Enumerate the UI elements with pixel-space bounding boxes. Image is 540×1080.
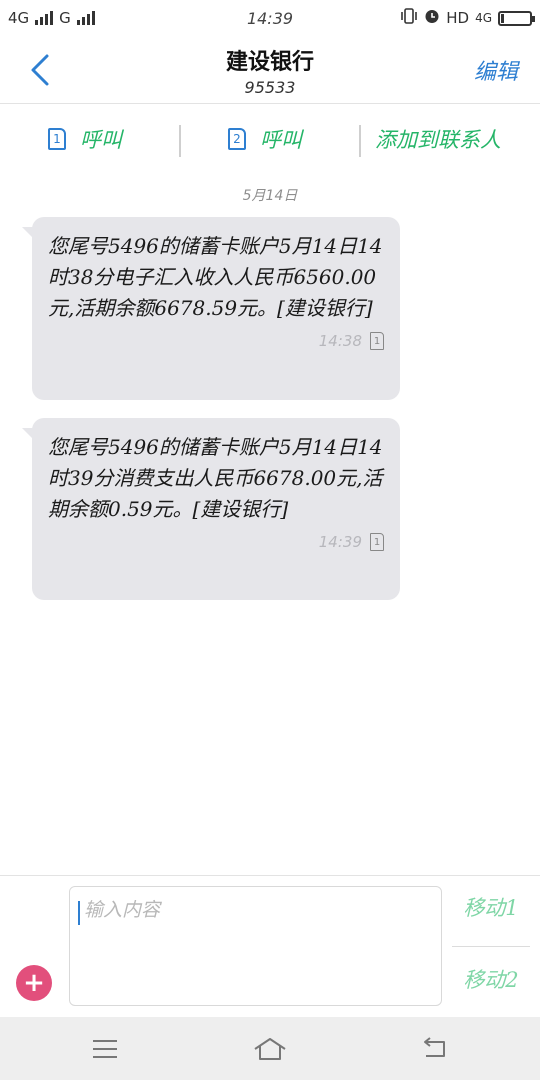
send-sim2-button[interactable]: 移动2 — [452, 964, 530, 994]
menu-button[interactable] — [80, 1029, 130, 1069]
sim-card-icon: 1 — [370, 533, 384, 551]
message-time: 14:38 — [318, 332, 362, 350]
message-meta: 14:38 1 — [48, 332, 384, 350]
add-attachment-button[interactable]: + — [16, 965, 52, 1001]
network-type-2: G — [59, 9, 71, 27]
network-type-1: 4G — [8, 9, 30, 27]
call-sim2-label: 呼叫 — [260, 128, 302, 152]
call-sim1-button[interactable]: 1 呼叫 — [48, 105, 122, 173]
add-contact-button[interactable]: 添加到联系人 — [375, 105, 501, 173]
message-input[interactable]: 输入内容 — [69, 886, 442, 1006]
sim-card-icon: 1 — [370, 332, 384, 350]
status-right: HD 4G — [400, 8, 535, 28]
text-caret — [78, 901, 80, 925]
home-icon — [254, 1038, 286, 1060]
back-nav-button[interactable] — [410, 1029, 460, 1069]
battery-icon — [498, 10, 535, 26]
action-bar: 1 呼叫 2 呼叫 添加到联系人 — [0, 105, 540, 173]
contact-number: 95533 — [244, 78, 296, 97]
sim1-icon: 1 — [48, 128, 66, 150]
divider — [359, 125, 361, 157]
call-sim2-button[interactable]: 2 呼叫 — [228, 105, 302, 173]
status-bar: 4G G 14:39 HD 4G — [0, 0, 540, 36]
hd-label: HD — [446, 9, 470, 27]
message-text: 您尾号5496的储蓄卡账户5月14日14时39分消费支出人民币6678.00元,… — [48, 435, 383, 521]
menu-icon — [93, 1040, 117, 1058]
title-block: 建设银行 95533 — [0, 44, 540, 97]
message-text: 您尾号5496的储蓄卡账户5月14日14时38分电子汇入收入人民币6560.00… — [48, 234, 383, 320]
plus-icon: + — [23, 968, 45, 998]
vibrate-icon — [400, 8, 418, 28]
message-meta: 14:39 1 — [48, 533, 384, 551]
alarm-icon — [424, 8, 440, 28]
message-bubble[interactable]: 您尾号5496的储蓄卡账户5月14日14时39分消费支出人民币6678.00元,… — [22, 418, 400, 600]
return-icon — [424, 1037, 445, 1057]
network-type-3: 4G — [475, 11, 492, 25]
send-sim1-button[interactable]: 移动1 — [452, 892, 530, 922]
add-contact-label: 添加到联系人 — [375, 128, 501, 152]
date-separator: 5月14日 — [242, 188, 298, 204]
edit-button[interactable]: 编辑 — [474, 54, 518, 86]
contact-name: 建设银行 — [225, 49, 314, 75]
input-placeholder: 输入内容 — [84, 899, 161, 921]
message-bubble[interactable]: 您尾号5496的储蓄卡账户5月14日14时38分电子汇入收入人民币6560.00… — [22, 217, 400, 400]
signal-icon — [35, 11, 54, 25]
message-time: 14:39 — [318, 533, 362, 551]
navigation-bar — [0, 1017, 540, 1080]
divider — [452, 946, 530, 947]
conversation-header: 建设银行 95533 编辑 — [0, 36, 540, 104]
call-sim1-label: 呼叫 — [80, 128, 122, 152]
status-left: 4G G — [8, 9, 95, 27]
signal-icon-2 — [76, 11, 95, 25]
sim2-icon: 2 — [228, 128, 246, 150]
home-button[interactable] — [245, 1029, 295, 1069]
divider — [179, 125, 181, 157]
composer: + 输入内容 移动1 移动2 — [0, 875, 540, 1017]
